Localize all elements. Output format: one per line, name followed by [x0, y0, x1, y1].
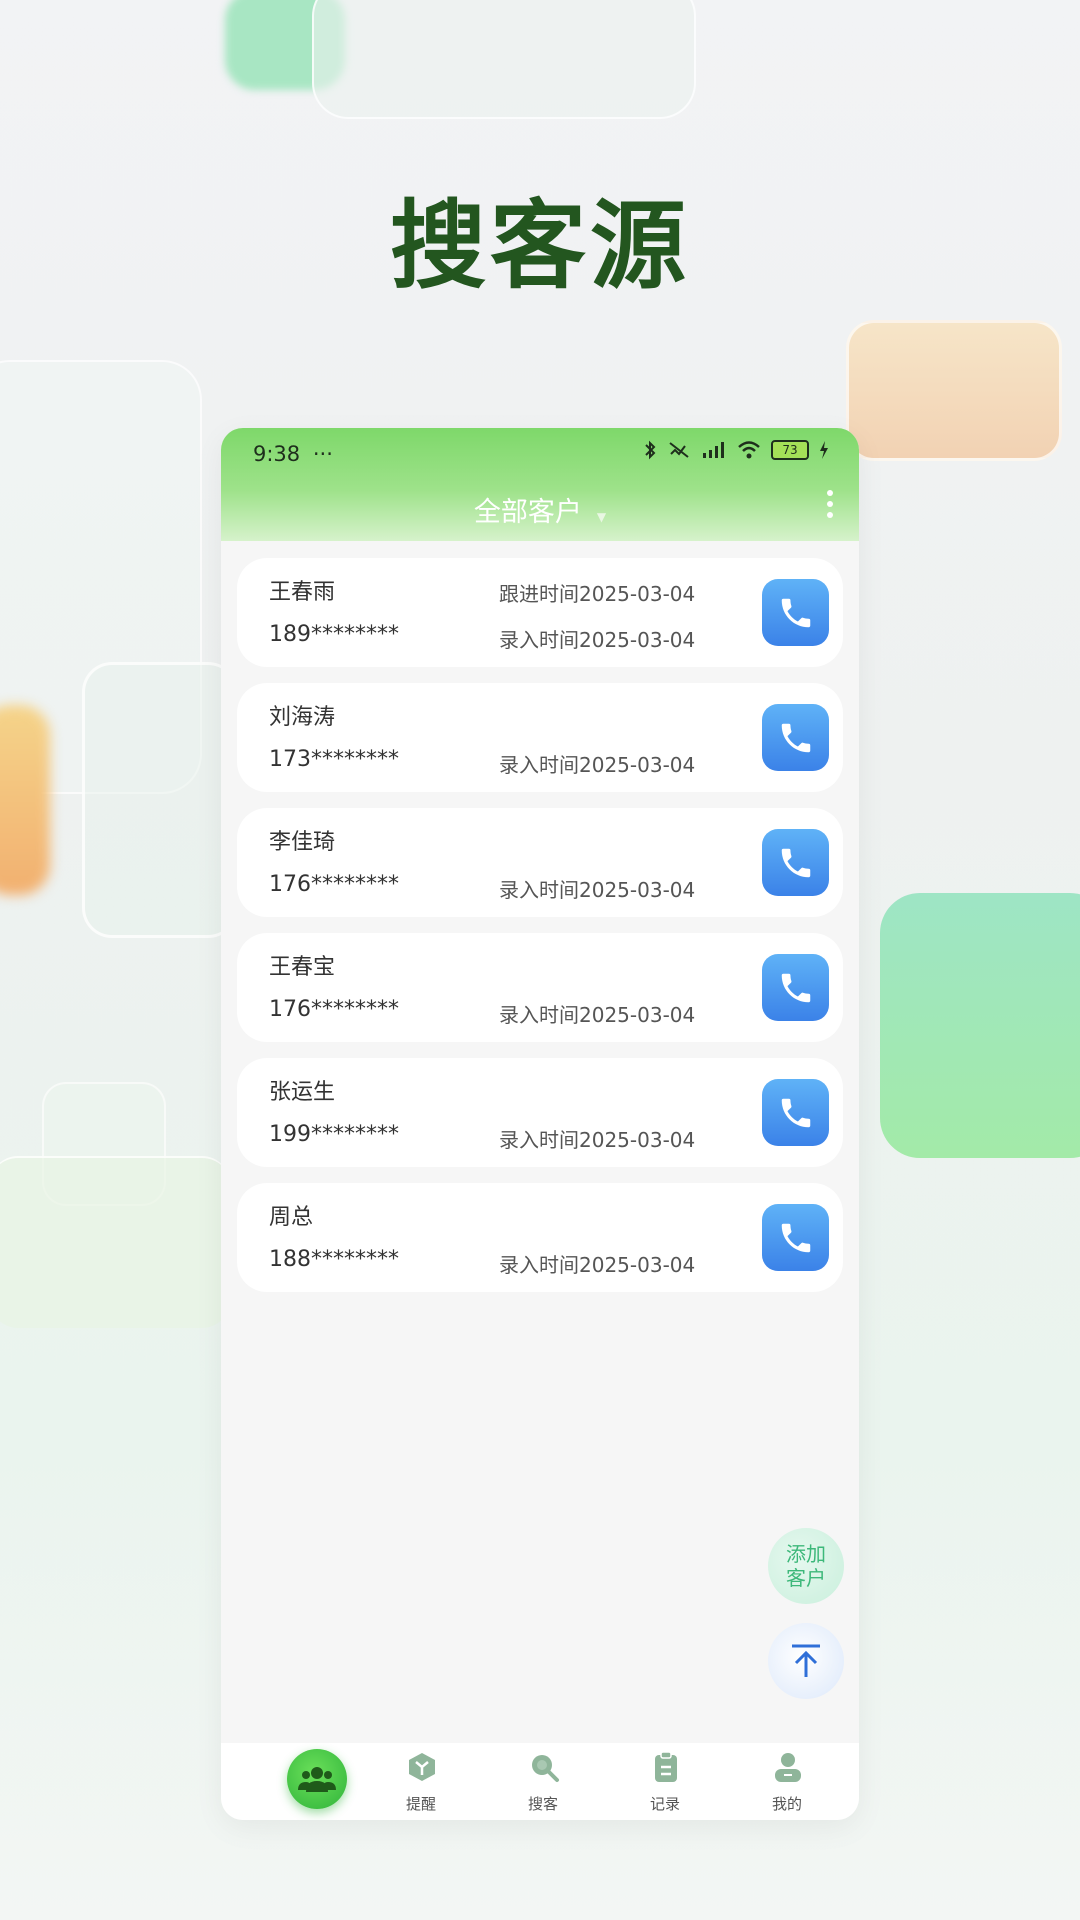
- nav-label-search: 搜客: [527, 1795, 558, 1813]
- reminder-icon: [409, 1753, 435, 1781]
- status-time: 9:38 ···: [253, 442, 333, 466]
- nav-item-profile[interactable]: 我的: [737, 1743, 837, 1820]
- customer-phone: 176********: [269, 997, 399, 1022]
- header-title-row[interactable]: 全部客户 ▼: [221, 490, 859, 529]
- customer-phone: 189********: [269, 622, 399, 647]
- bluetooth-icon: [645, 440, 656, 460]
- call-button[interactable]: [762, 1079, 829, 1146]
- status-icons: 73: [643, 440, 829, 460]
- customer-name: 李佳琦: [269, 830, 336, 855]
- customer-phone: 176********: [269, 872, 399, 897]
- more-menu-icon[interactable]: [827, 490, 835, 523]
- customer-phone: 199********: [269, 1122, 399, 1147]
- nav-label-profile: 我的: [771, 1795, 802, 1813]
- customer-list: 王春雨 189******** 跟进时间2025-03-04 录入时间2025-…: [237, 558, 843, 1308]
- customer-phone: 188********: [269, 1247, 399, 1272]
- background-decoration: [0, 705, 50, 895]
- entry-time: 录入时间2025-03-04: [499, 1003, 696, 1027]
- nav-item-search[interactable]: 搜客: [493, 1743, 593, 1820]
- customer-name: 张运生: [269, 1080, 336, 1105]
- entry-time: 录入时间2025-03-04: [499, 1253, 696, 1277]
- nav-item-records[interactable]: 记录: [615, 1743, 715, 1820]
- customer-name: 王春雨: [269, 580, 336, 605]
- background-decoration: [846, 320, 1062, 461]
- app-header: 9:38 ··· 73 全部客户 ▼: [221, 428, 859, 541]
- arrow-up-icon: [792, 1644, 820, 1677]
- header-title[interactable]: 全部客户: [474, 497, 582, 528]
- customer-card[interactable]: 周总 188******** 录入时间2025-03-04: [237, 1183, 843, 1292]
- background-decoration: [0, 1156, 230, 1328]
- entry-time: 录入时间2025-03-04: [499, 753, 696, 777]
- customer-phone: 173********: [269, 747, 399, 772]
- entry-time: 录入时间2025-03-04: [499, 1128, 696, 1152]
- call-button[interactable]: [762, 579, 829, 646]
- customer-name: 刘海涛: [269, 705, 336, 730]
- add-customer-button[interactable]: 添加 客户: [768, 1528, 844, 1604]
- customer-card[interactable]: 张运生 199******** 录入时间2025-03-04: [237, 1058, 843, 1167]
- phone-icon: [781, 723, 810, 752]
- customers-icon[interactable]: [287, 1749, 347, 1809]
- customer-card[interactable]: 李佳琦 176******** 录入时间2025-03-04: [237, 808, 843, 917]
- follow-time: 跟进时间2025-03-04: [499, 582, 696, 606]
- background-decoration: [82, 662, 238, 938]
- background-decoration: [880, 893, 1080, 1158]
- call-button[interactable]: [762, 954, 829, 1021]
- wifi-icon: [738, 441, 760, 459]
- profile-icon: [775, 1753, 801, 1782]
- customer-name: 王春宝: [269, 955, 336, 980]
- mute-icon: [669, 442, 689, 458]
- add-customer-label: 添加: [786, 1542, 826, 1566]
- entry-time: 录入时间2025-03-04: [499, 878, 696, 902]
- background-decoration: [312, 0, 696, 119]
- nav-label-records: 记录: [649, 1795, 680, 1813]
- search-icon: [532, 1755, 559, 1782]
- call-button[interactable]: [762, 829, 829, 896]
- phone-icon: [781, 973, 810, 1002]
- customer-name: 周总: [269, 1205, 314, 1230]
- status-time-text: 9:38: [253, 442, 301, 466]
- clipboard-icon: [655, 1751, 677, 1782]
- chevron-down-icon[interactable]: ▼: [597, 510, 606, 524]
- phone-icon: [781, 1223, 810, 1252]
- customer-card[interactable]: 王春宝 176******** 录入时间2025-03-04: [237, 933, 843, 1042]
- call-button[interactable]: [762, 704, 829, 771]
- phone-screen: 9:38 ··· 73 全部客户 ▼ 王春雨 189******** 跟进时间2…: [221, 428, 859, 1820]
- promo-headline: 搜客源: [390, 190, 690, 302]
- customer-card[interactable]: 王春雨 189******** 跟进时间2025-03-04 录入时间2025-…: [237, 558, 843, 667]
- status-dots: ···: [312, 442, 333, 466]
- call-button[interactable]: [762, 1204, 829, 1271]
- charging-icon: [820, 441, 828, 459]
- signal-icon: [703, 442, 724, 458]
- nav-item-reminder[interactable]: 提醒: [371, 1743, 471, 1820]
- battery-indicator: 73: [771, 440, 809, 460]
- add-customer-label: 客户: [786, 1566, 826, 1590]
- bottom-nav: 提醒 搜客 记录 我的: [221, 1743, 859, 1820]
- phone-icon: [781, 848, 810, 877]
- phone-icon: [781, 1098, 810, 1127]
- phone-icon: [781, 598, 810, 627]
- nav-label-reminder: 提醒: [405, 1795, 436, 1813]
- nav-item-customers[interactable]: [244, 1743, 347, 1820]
- customer-card[interactable]: 刘海涛 173******** 录入时间2025-03-04: [237, 683, 843, 792]
- entry-time: 录入时间2025-03-04: [499, 628, 696, 652]
- scroll-to-top-button[interactable]: [768, 1623, 844, 1699]
